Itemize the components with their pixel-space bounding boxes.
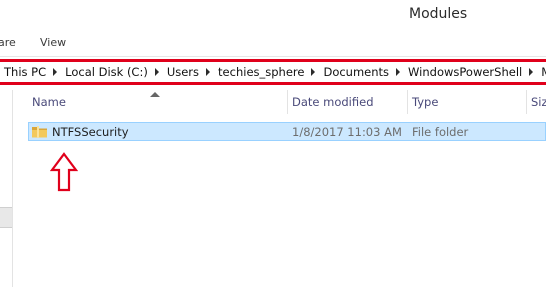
breadcrumb-item-techies-sphere[interactable]: techies_sphere bbox=[218, 65, 304, 79]
chevron-right-icon[interactable] bbox=[396, 68, 401, 76]
column-header-type[interactable]: Type bbox=[412, 95, 438, 109]
chevron-right-icon[interactable] bbox=[53, 68, 58, 76]
breadcrumb-item-users[interactable]: Users bbox=[167, 65, 199, 79]
folder-icon bbox=[32, 126, 47, 138]
breadcrumb-item-local-disk[interactable]: Local Disk (C:) bbox=[65, 65, 148, 79]
tab-share[interactable]: are bbox=[0, 36, 16, 49]
annotation-up-arrow-icon bbox=[50, 152, 78, 192]
chevron-right-icon[interactable] bbox=[154, 68, 159, 76]
breadcrumb-item-documents[interactable]: Documents bbox=[323, 65, 389, 79]
file-name[interactable]: NTFSSecurity bbox=[52, 125, 129, 139]
column-header-date-modified[interactable]: Date modified bbox=[292, 95, 374, 109]
navigation-pane-edge bbox=[12, 90, 13, 287]
breadcrumb-item-modules[interactable]: Mo bbox=[541, 65, 546, 79]
ribbon-tabs: are View bbox=[0, 31, 546, 56]
column-divider[interactable] bbox=[287, 90, 288, 114]
column-header-size[interactable]: Siz bbox=[531, 95, 546, 109]
sort-ascending-icon bbox=[150, 92, 160, 97]
chevron-right-icon[interactable] bbox=[311, 68, 316, 76]
column-divider[interactable] bbox=[407, 90, 408, 114]
window-title: Modules bbox=[409, 6, 468, 22]
file-type: File folder bbox=[412, 125, 469, 139]
breadcrumb-item-windowspowershell[interactable]: WindowsPowerShell bbox=[408, 65, 522, 79]
chevron-right-icon[interactable] bbox=[206, 68, 211, 76]
navigation-pane-scrollbar[interactable] bbox=[0, 207, 12, 228]
tab-view[interactable]: View bbox=[40, 36, 66, 49]
column-divider[interactable] bbox=[526, 90, 527, 114]
column-header-name[interactable]: Name bbox=[32, 95, 66, 109]
title-bar: Modules bbox=[0, 0, 546, 31]
breadcrumb-item-this-pc[interactable]: This PC bbox=[4, 65, 46, 79]
file-date-modified: 1/8/2017 11:03 AM bbox=[292, 125, 402, 139]
breadcrumb: This PC Local Disk (C:) Users techies_sp… bbox=[4, 63, 546, 81]
file-row[interactable]: NTFSSecurity 1/8/2017 11:03 AM File fold… bbox=[28, 122, 546, 141]
chevron-right-icon[interactable] bbox=[529, 68, 534, 76]
